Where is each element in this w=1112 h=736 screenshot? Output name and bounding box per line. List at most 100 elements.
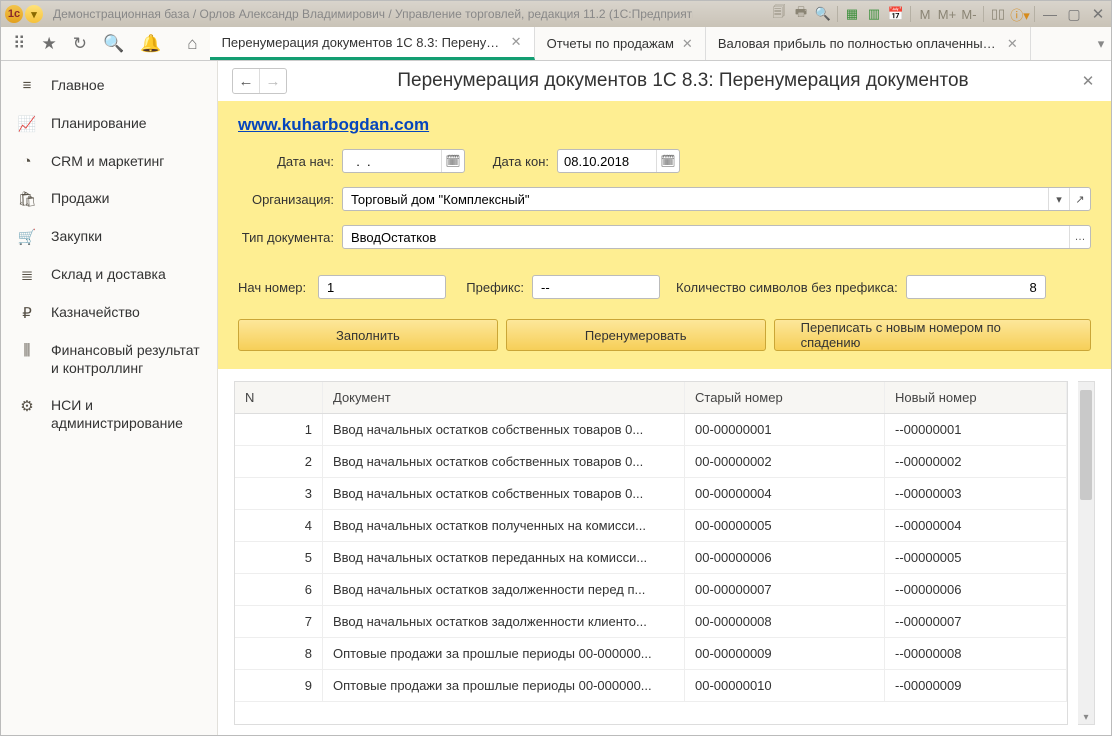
nav-forward[interactable]: → bbox=[260, 69, 286, 93]
sidebar-icon: ≡ bbox=[17, 77, 37, 94]
cell-new: --00000008 bbox=[885, 638, 1067, 669]
calendar-icon[interactable]: 📅 bbox=[888, 6, 904, 22]
tab-close-icon[interactable]: ✕ bbox=[682, 36, 693, 52]
rewrite-button-label: Переписать с новым номером по спадению bbox=[801, 320, 1064, 350]
history-icon[interactable]: ↻ bbox=[73, 34, 87, 54]
search-icon[interactable]: 🔍 bbox=[103, 34, 124, 54]
cell-new: --00000006 bbox=[885, 574, 1067, 605]
sidebar-icon: ◔ bbox=[17, 153, 37, 170]
rewrite-button[interactable]: Переписать с новым номером по спадению bbox=[774, 319, 1091, 351]
sidebar-item-label: Финансовый результат и контроллинг bbox=[51, 342, 203, 377]
title-bar: 1c ▾ Демонстрационная база / Орлов Алекс… bbox=[1, 1, 1111, 27]
tab-close-icon[interactable]: ✕ bbox=[511, 34, 522, 50]
prefix-field[interactable] bbox=[532, 275, 660, 299]
sidebar-item-label: НСИ и администрирование bbox=[51, 397, 203, 432]
sidebar-item-2[interactable]: ◔CRM и маркетинг bbox=[1, 143, 217, 181]
tab-1[interactable]: Отчеты по продажам ✕ bbox=[535, 27, 706, 60]
cell-n: 3 bbox=[235, 478, 323, 509]
top-row: ⠿ ★ ↻ 🔍 🔔 ⌂ Перенумерация документов 1С … bbox=[1, 27, 1111, 61]
table-row[interactable]: 4Ввод начальных остатков полученных на к… bbox=[235, 510, 1067, 542]
scroll-thumb[interactable] bbox=[1080, 390, 1092, 500]
sidebar-item-6[interactable]: ₽Казначейство bbox=[1, 294, 217, 332]
cell-n: 4 bbox=[235, 510, 323, 541]
website-link[interactable]: www.kuharbogdan.com bbox=[238, 115, 429, 134]
cell-old: 00-00000002 bbox=[685, 446, 885, 477]
doctype-field[interactable]: … bbox=[342, 225, 1091, 249]
prefix-input[interactable] bbox=[533, 276, 659, 298]
window-maximize[interactable]: ▢ bbox=[1065, 6, 1083, 23]
table-row[interactable]: 9Оптовые продажи за прошлые периоды 00-0… bbox=[235, 670, 1067, 702]
bell-icon[interactable]: 🔔 bbox=[140, 34, 161, 54]
cell-old: 00-00000009 bbox=[685, 638, 885, 669]
cell-doc: Оптовые продажи за прошлые периоды 00-00… bbox=[323, 638, 685, 669]
table-row[interactable]: 7Ввод начальных остатков задолженности к… bbox=[235, 606, 1067, 638]
sidebar-item-8[interactable]: ⚙ НСИ и администрирование bbox=[1, 387, 217, 442]
start-num-input[interactable] bbox=[319, 276, 445, 298]
date-end-input[interactable] bbox=[558, 154, 656, 169]
calc-icon[interactable]: ▦ bbox=[844, 6, 860, 22]
table-row[interactable]: 6Ввод начальных остатков задолженности п… bbox=[235, 574, 1067, 606]
org-field[interactable]: ▾ ↗ bbox=[342, 187, 1091, 211]
symbols-field[interactable] bbox=[906, 275, 1046, 299]
date-start-input[interactable] bbox=[343, 154, 441, 169]
link-icon[interactable]: 🔍 bbox=[815, 6, 831, 22]
window-close[interactable]: ✕ bbox=[1089, 5, 1107, 23]
panel-icon[interactable]: ▯▯ bbox=[990, 6, 1006, 22]
cal-green-icon[interactable]: ▥ bbox=[866, 6, 882, 22]
table-row[interactable]: 3Ввод начальных остатков собственных тов… bbox=[235, 478, 1067, 510]
main-pane: ← → Перенумерация документов 1С 8.3: Пер… bbox=[218, 61, 1111, 735]
sidebar-item-4[interactable]: 🛒Закупки bbox=[1, 218, 217, 256]
org-open-icon[interactable]: ↗ bbox=[1069, 188, 1090, 210]
print-preview-icon[interactable]: 🗐 bbox=[771, 6, 787, 22]
cell-old: 00-00000006 bbox=[685, 542, 885, 573]
renum-button[interactable]: Перенумеровать bbox=[506, 319, 766, 351]
date-start-field[interactable]: 🗓 bbox=[342, 149, 465, 173]
org-dropdown-icon[interactable]: ▾ bbox=[1048, 188, 1069, 210]
scroll-down-icon[interactable]: ▾ bbox=[1078, 710, 1094, 724]
doctype-input[interactable] bbox=[343, 230, 1069, 245]
apps-grid-icon[interactable]: ⠿ bbox=[13, 34, 25, 54]
sidebar-item-5[interactable]: ≣Склад и доставка bbox=[1, 256, 217, 294]
m-minus-icon[interactable]: M- bbox=[961, 6, 977, 22]
scrollbar[interactable]: ▾ bbox=[1078, 381, 1095, 725]
info-icon[interactable]: ⓘ▾ bbox=[1012, 6, 1028, 22]
date-end-field[interactable]: 🗓 bbox=[557, 149, 680, 173]
org-input[interactable] bbox=[343, 192, 1048, 207]
tab-close-icon[interactable]: ✕ bbox=[1007, 36, 1018, 52]
col-header-n: N bbox=[235, 382, 323, 413]
window-minimize[interactable]: — bbox=[1041, 6, 1059, 22]
app-menu-drop[interactable]: ▾ bbox=[25, 5, 43, 23]
cell-n: 9 bbox=[235, 670, 323, 701]
home-icon[interactable]: ⌂ bbox=[187, 34, 197, 54]
cell-doc: Ввод начальных остатков собственных това… bbox=[323, 414, 685, 445]
tab-0[interactable]: Перенумерация документов 1С 8.3: Перенум… bbox=[210, 27, 535, 60]
start-num-field[interactable] bbox=[318, 275, 446, 299]
calendar-picker-icon[interactable]: 🗓 bbox=[441, 150, 464, 172]
favorite-star-icon[interactable]: ★ bbox=[41, 34, 56, 54]
m-icon[interactable]: M bbox=[917, 6, 933, 22]
cell-new: --00000002 bbox=[885, 446, 1067, 477]
table-row[interactable]: 2Ввод начальных остатков собственных тов… bbox=[235, 446, 1067, 478]
tab-2[interactable]: Валовая прибыль по полностью оплаченным … bbox=[706, 27, 1031, 60]
nav-back[interactable]: ← bbox=[233, 69, 260, 93]
sidebar-item-0[interactable]: ≡ Главное bbox=[1, 67, 217, 105]
fill-button[interactable]: Заполнить bbox=[238, 319, 498, 351]
symbols-input[interactable] bbox=[907, 276, 1045, 298]
sidebar-item-label: Казначейство bbox=[51, 304, 140, 322]
table-row[interactable]: 8Оптовые продажи за прошлые периоды 00-0… bbox=[235, 638, 1067, 670]
calendar-picker-icon[interactable]: 🗓 bbox=[656, 150, 679, 172]
m-plus-icon[interactable]: M+ bbox=[939, 6, 955, 22]
print-icon[interactable]: 🖶 bbox=[793, 6, 809, 22]
page-title: Перенумерация документов 1С 8.3: Перенум… bbox=[295, 70, 1071, 92]
sidebar-item-3[interactable]: 🛍Продажи bbox=[1, 180, 217, 218]
sidebar-item-label: Главное bbox=[51, 77, 105, 95]
table-row[interactable]: 1Ввод начальных остатков собственных тов… bbox=[235, 414, 1067, 446]
page-close[interactable]: ✕ bbox=[1079, 72, 1097, 90]
tab-dropdown[interactable]: ▾ bbox=[1091, 27, 1111, 60]
tab-label: Отчеты по продажам bbox=[547, 36, 674, 51]
sidebar-icon: ⚙ bbox=[17, 397, 37, 415]
sidebar-item-1[interactable]: 📈Планирование bbox=[1, 105, 217, 143]
doctype-more-icon[interactable]: … bbox=[1069, 226, 1090, 248]
table-row[interactable]: 5Ввод начальных остатков переданных на к… bbox=[235, 542, 1067, 574]
sidebar-item-7[interactable]: ⫼Финансовый результат и контроллинг bbox=[1, 332, 217, 387]
